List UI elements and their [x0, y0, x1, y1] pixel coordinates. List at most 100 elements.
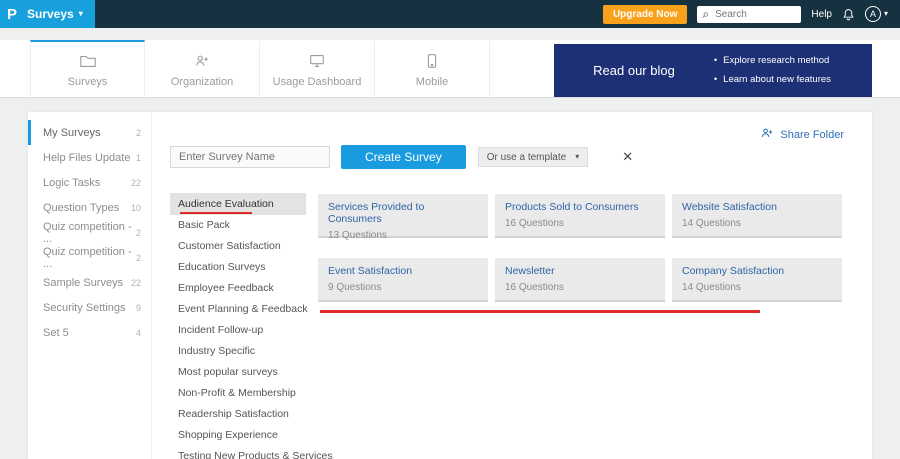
category-shopping-experience[interactable]: Shopping Experience	[170, 425, 306, 446]
blog-banner-title: Read our blog	[593, 63, 675, 78]
sidebar-item-question-types[interactable]: Question Types 10	[28, 195, 151, 220]
search-input[interactable]	[713, 7, 792, 21]
template-title: Services Provided to Consumers	[328, 201, 425, 225]
template-question-count: 9 Questions	[328, 282, 382, 293]
category-non-profit-membership[interactable]: Non-Profit & Membership	[170, 383, 306, 404]
category-industry-specific[interactable]: Industry Specific	[170, 341, 306, 362]
category-testing-new-products[interactable]: Testing New Products & Services	[170, 446, 333, 459]
tab-organization[interactable]: Organization	[145, 40, 260, 97]
sidebar-item-security-settings[interactable]: Security Settings 9	[28, 295, 151, 320]
sidebar-item-logic-tasks[interactable]: Logic Tasks 22	[28, 170, 151, 195]
template-card[interactable]: Newsletter 16 Questions	[495, 258, 665, 302]
tab-label: Mobile	[415, 75, 449, 88]
folder-count: 4	[135, 327, 141, 338]
template-dropdown-label: Or use a template	[486, 151, 567, 163]
category-employee-feedback[interactable]: Employee Feedback	[170, 278, 306, 299]
template-question-count: 16 Questions	[505, 218, 564, 229]
bullet-icon: •	[714, 73, 718, 84]
folder-count: 9	[135, 302, 141, 313]
sidebar-item-set-5[interactable]: Set 5 4	[28, 320, 151, 345]
template-card[interactable]: Products Sold to Consumers 16 Questions	[495, 194, 665, 238]
account-menu[interactable]: A ▾	[864, 6, 888, 22]
folder-count: 2	[135, 252, 141, 263]
main-content: Share Folder Create Survey Or use a temp…	[152, 112, 872, 459]
chevron-down-icon: ▾	[575, 152, 580, 161]
tab-usage-dashboard[interactable]: Usage Dashboard	[260, 40, 375, 97]
main-panel: My Surveys 2 Help Files Update 1 Logic T…	[28, 112, 872, 459]
template-card[interactable]: Website Satisfaction 14 Questions	[672, 194, 842, 238]
mobile-icon	[423, 52, 441, 70]
sidebar-item-quiz-competition-2[interactable]: Quiz competition - ... 2	[28, 245, 151, 270]
template-card[interactable]: Company Satisfaction 14 Questions	[672, 258, 842, 302]
template-title: Event Satisfaction	[328, 265, 413, 277]
bullet-icon: •	[714, 55, 718, 66]
surveys-app-menu-label: Surveys	[27, 7, 74, 21]
tab-label: Usage Dashboard	[272, 75, 362, 88]
banner-bullet: • Explore research method	[714, 55, 830, 67]
sidebar-item-my-surveys[interactable]: My Surveys 2	[28, 120, 151, 145]
template-question-count: 13 Questions	[328, 230, 387, 241]
tab-mobile[interactable]: Mobile	[375, 40, 490, 97]
secondary-nav: Surveys Organization Usage Dashboard Mob…	[0, 40, 900, 98]
dashboard-icon	[308, 52, 326, 70]
template-cards-grid: Services Provided to Consumers 13 Questi…	[318, 194, 842, 302]
category-readership-satisfaction[interactable]: Readership Satisfaction	[170, 404, 306, 425]
folders-sidebar: My Surveys 2 Help Files Update 1 Logic T…	[28, 112, 152, 459]
sidebar-item-sample-surveys[interactable]: Sample Surveys 22	[28, 270, 151, 295]
top-bar-actions: Upgrade Now ⌕ Help A ▾	[602, 4, 900, 24]
share-folder-label: Share Folder	[780, 128, 844, 141]
category-most-popular-surveys[interactable]: Most popular surveys	[170, 362, 306, 383]
category-basic-pack[interactable]: Basic Pack	[170, 215, 306, 236]
folder-icon	[79, 52, 97, 70]
template-card[interactable]: Event Satisfaction 9 Questions	[318, 258, 488, 302]
search-box[interactable]: ⌕	[697, 5, 802, 23]
create-survey-button[interactable]: Create Survey	[341, 145, 466, 169]
sidebar-item-quiz-competition-1[interactable]: Quiz competition - ... 2	[28, 220, 151, 245]
folder-count: 2	[135, 227, 141, 238]
top-bar: P Surveys ▾ Upgrade Now ⌕ Help A ▾	[0, 0, 900, 28]
share-folder-button[interactable]: Share Folder	[760, 126, 844, 143]
folder-count: 1	[135, 152, 141, 163]
folder-count: 22	[130, 277, 141, 288]
tab-surveys[interactable]: Surveys	[30, 40, 145, 97]
template-question-count: 14 Questions	[682, 282, 741, 293]
surveys-app-menu[interactable]: Surveys ▾	[27, 7, 83, 21]
help-link[interactable]: Help	[811, 9, 832, 20]
chevron-down-icon: ▾	[78, 9, 83, 18]
survey-name-input[interactable]	[170, 146, 330, 168]
category-education-surveys[interactable]: Education Surveys	[170, 257, 306, 278]
search-icon: ⌕	[702, 7, 710, 21]
template-dropdown[interactable]: Or use a template ▾	[477, 147, 589, 167]
category-event-planning-feedback[interactable]: Event Planning & Feedback	[170, 299, 308, 320]
folder-count: 22	[130, 177, 141, 188]
category-customer-satisfaction[interactable]: Customer Satisfaction	[170, 236, 306, 257]
close-icon[interactable]: ✕	[622, 149, 633, 165]
avatar: A	[864, 6, 881, 22]
create-survey-row: Create Survey Or use a template ▾ ✕	[170, 145, 633, 169]
sidebar-item-help-files-update[interactable]: Help Files Update 1	[28, 145, 151, 170]
notification-bell-icon[interactable]	[842, 8, 855, 21]
organization-icon	[193, 52, 211, 70]
folder-count: 2	[135, 127, 141, 138]
upgrade-now-button[interactable]: Upgrade Now	[602, 4, 688, 24]
template-title: Newsletter	[505, 265, 555, 277]
tab-label: Surveys	[67, 75, 108, 88]
template-title: Website Satisfaction	[682, 201, 777, 213]
template-title: Company Satisfaction	[682, 265, 785, 277]
app-brand[interactable]: P Surveys ▾	[0, 0, 95, 28]
template-title: Products Sold to Consumers	[505, 201, 639, 213]
blog-banner-bullets: • Explore research method • Learn about ne…	[714, 52, 831, 88]
share-folder-icon	[760, 126, 774, 143]
chevron-down-icon: ▾	[883, 9, 888, 18]
folder-count: 10	[130, 202, 141, 213]
tab-label: Organization	[170, 75, 234, 88]
annotation-underline-cards	[320, 310, 760, 313]
template-question-count: 16 Questions	[505, 282, 564, 293]
app-logo: P	[6, 5, 17, 23]
banner-bullet: • Learn about new features	[714, 73, 831, 85]
template-card[interactable]: Services Provided to Consumers 13 Questi…	[318, 194, 488, 241]
blog-banner[interactable]: Read our blog • Explore research method •…	[554, 44, 872, 97]
category-incident-follow-up[interactable]: Incident Follow-up	[170, 320, 306, 341]
template-category-list: Audience Evaluation Basic Pack Customer …	[170, 193, 333, 459]
template-question-count: 14 Questions	[682, 218, 741, 229]
